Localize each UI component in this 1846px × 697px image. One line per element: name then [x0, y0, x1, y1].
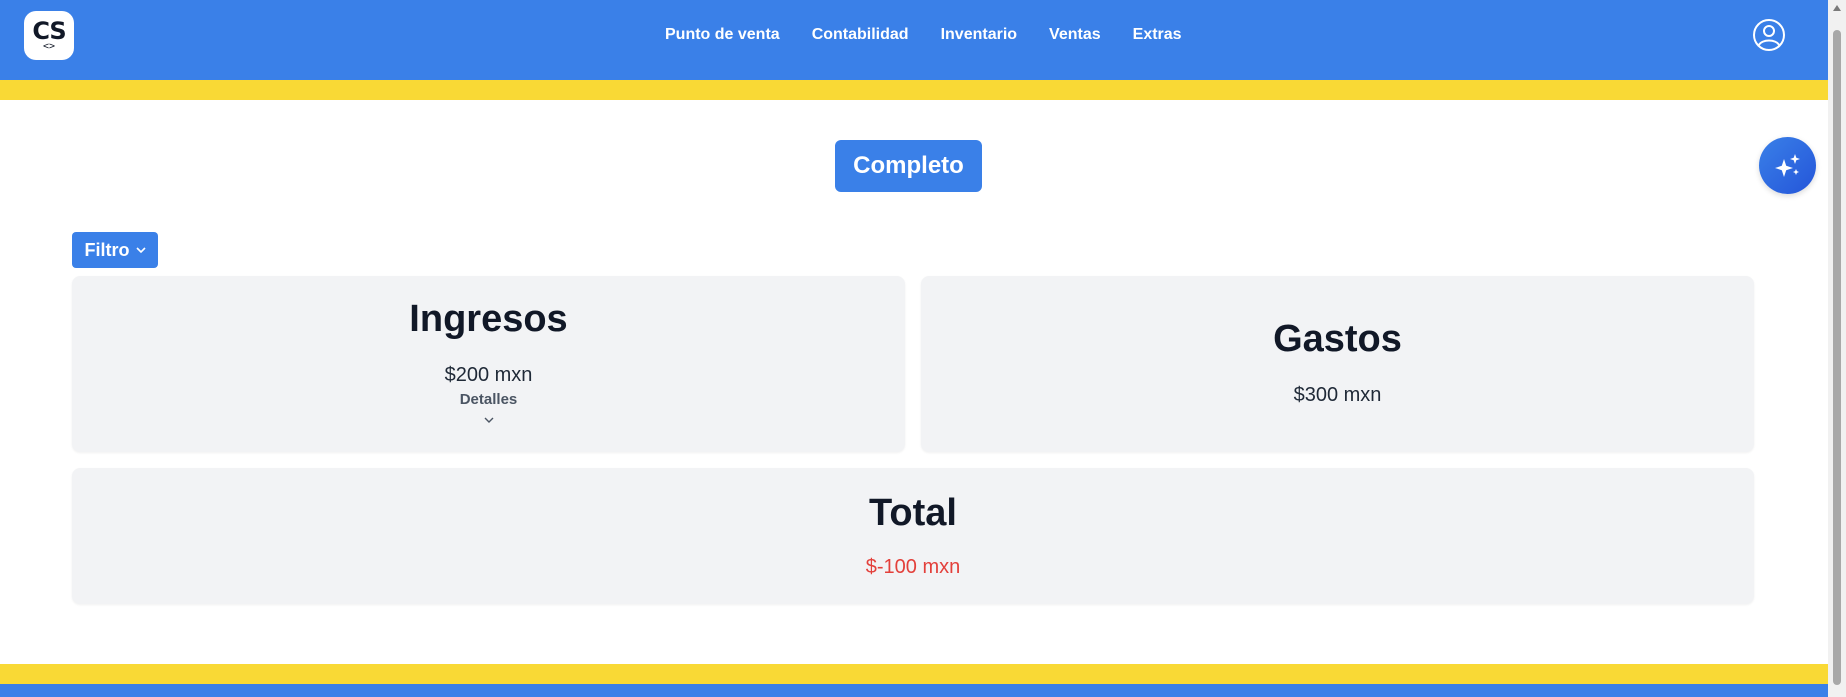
accent-bar-top — [0, 80, 1828, 100]
ai-assistant-button[interactable] — [1759, 137, 1816, 194]
logo-subtext: <> — [42, 40, 56, 52]
chevron-down-icon[interactable] — [483, 416, 495, 424]
nav-item-extras[interactable]: Extras — [1133, 26, 1182, 44]
expense-title: Gastos — [1273, 318, 1402, 360]
nav-item-punto-de-venta[interactable]: Punto de venta — [665, 26, 780, 44]
scroll-thumb[interactable] — [1833, 30, 1841, 685]
mode-button-completo[interactable]: Completo — [835, 140, 982, 192]
nav-item-inventario[interactable]: Inventario — [941, 26, 1017, 44]
total-title: Total — [869, 492, 957, 534]
nav-item-contabilidad[interactable]: Contabilidad — [812, 26, 909, 44]
income-title: Ingresos — [409, 298, 568, 340]
total-amount: $-100 mxn — [865, 556, 961, 578]
page-scrollbar[interactable] — [1828, 0, 1846, 697]
income-details-toggle[interactable]: Detalles — [72, 391, 905, 408]
app-logo[interactable]: CS <> — [24, 11, 74, 60]
nav-item-ventas[interactable]: Ventas — [1049, 26, 1101, 44]
income-card: Ingresos $200 mxn Detalles — [72, 276, 905, 452]
income-amount: $200 mxn — [444, 364, 533, 386]
scroll-up-arrow-icon[interactable] — [1833, 5, 1841, 11]
user-circle-icon[interactable] — [1752, 18, 1786, 52]
accent-bar-bottom — [0, 664, 1828, 684]
top-navbar: CS <> Punto de venta Contabilidad Invent… — [0, 0, 1828, 80]
chevron-down-icon — [135, 246, 146, 253]
filter-dropdown-button[interactable]: Filtro — [72, 232, 158, 268]
total-card: Total $-100 mxn — [72, 468, 1754, 604]
expense-card: Gastos $300 mxn — [921, 276, 1754, 452]
footer-bar — [0, 684, 1828, 697]
expense-amount: $300 mxn — [1293, 384, 1382, 406]
sparkles-icon — [1774, 153, 1800, 177]
main-nav: Punto de venta Contabilidad Inventario V… — [665, 0, 1182, 70]
filter-label: Filtro — [84, 239, 130, 260]
logo-text: CS — [32, 16, 66, 45]
